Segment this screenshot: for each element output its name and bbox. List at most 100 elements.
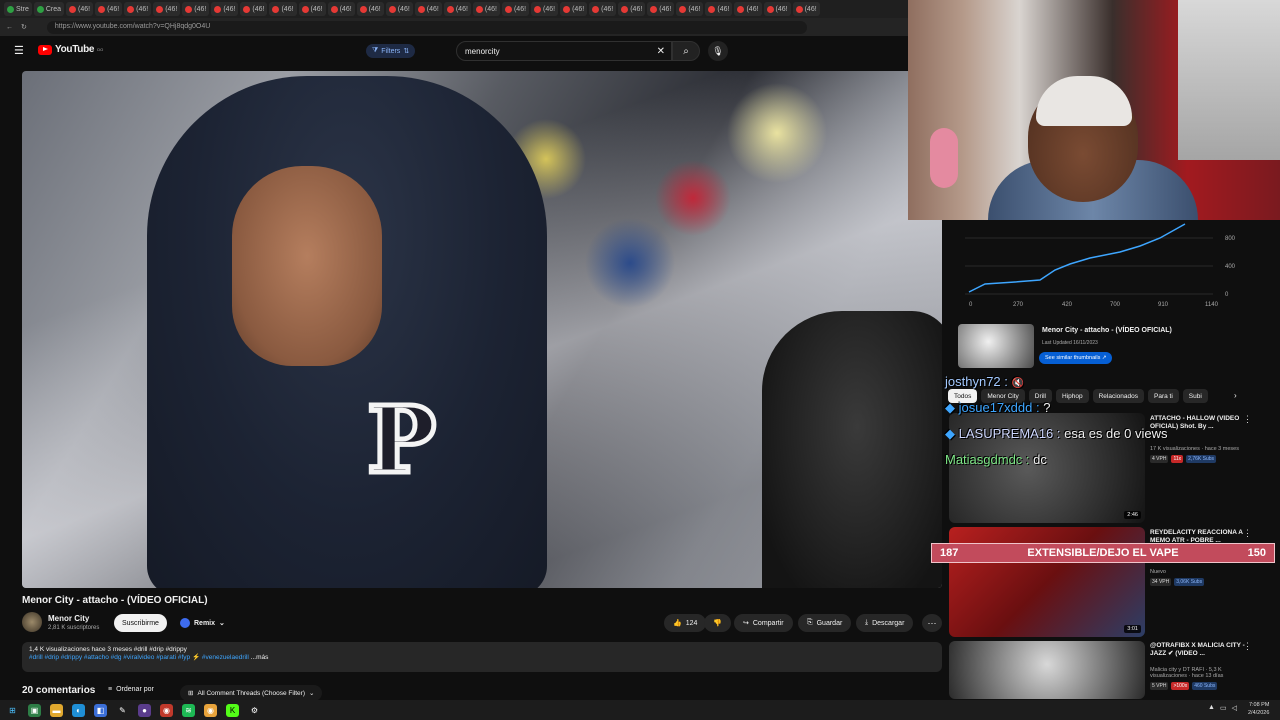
network-icon[interactable]: ▭ <box>1220 704 1227 712</box>
more-actions-button[interactable]: ⋯ <box>922 614 942 632</box>
channel-name[interactable]: Menor City <box>48 614 89 623</box>
browser-tab-label: (46! <box>455 5 468 13</box>
edge-browser-icon[interactable]: ◐ <box>72 703 85 717</box>
browser-tab[interactable]: (46! <box>618 2 646 16</box>
voice-search-button[interactable]: 🎙 <box>708 41 728 61</box>
kick-icon[interactable]: K <box>226 703 239 717</box>
browser-tab[interactable]: (46! <box>182 2 210 16</box>
browser-tab-label: (46! <box>397 5 410 13</box>
description-box[interactable]: 1,4 K visualizaciones hace 3 meses #dril… <box>22 642 942 672</box>
save-button[interactable]: ⎘ Guardar <box>798 614 852 632</box>
browser-tab[interactable]: (46! <box>792 2 820 16</box>
settings-icon[interactable]: ⚙ <box>248 704 261 717</box>
browser-tab[interactable]: (46! <box>705 2 733 16</box>
back-icon[interactable]: ← <box>6 24 13 31</box>
browser-tab[interactable]: (46! <box>647 2 675 16</box>
browser-tab[interactable]: (46! <box>356 2 384 16</box>
like-button[interactable]: 👍 124 <box>664 614 707 632</box>
kick-icon <box>36 5 44 13</box>
more-vert-icon[interactable]: ⋮ <box>1243 528 1252 539</box>
chat-message: josthyn72 : 🔇 <box>945 374 1024 389</box>
vph-badge: 5 VPH <box>1150 682 1169 690</box>
download-label: Descargar <box>872 619 905 627</box>
remix-button[interactable]: Remix ⌄ <box>172 614 233 632</box>
monitor-icon[interactable]: ▣ <box>28 703 41 717</box>
menu-icon[interactable]: ☰ <box>14 44 24 57</box>
volume-icon[interactable]: ◁ <box>1232 704 1237 712</box>
browser-tab[interactable]: (46! <box>676 2 704 16</box>
browser-tab[interactable]: (46! <box>385 2 413 16</box>
system-clock[interactable]: 7:08 PM 2/4/2026 <box>1248 701 1269 717</box>
chip-para-ti[interactable]: Para ti <box>1148 389 1179 403</box>
sort-comments-button[interactable]: ≡ Ordenar por <box>108 686 154 693</box>
share-button[interactable]: ↪ Compartir <box>734 614 793 632</box>
browser-tab[interactable]: Stre <box>4 2 32 16</box>
browser-tab[interactable]: (46! <box>66 2 94 16</box>
subs-badge: 460 Subs <box>1192 682 1218 690</box>
browser-tab[interactable]: (46! <box>298 2 326 16</box>
windows-start-icon[interactable]: ⊞ <box>6 704 19 717</box>
youtube-icon <box>679 5 687 13</box>
browser-tab[interactable]: (46! <box>240 2 268 16</box>
store-icon[interactable]: ◧ <box>94 703 107 717</box>
recommendation-badges: 34 VPH 3,06K Subs <box>1150 578 1205 586</box>
obs-icon[interactable]: ● <box>138 703 151 717</box>
browser-tab[interactable]: (46! <box>763 2 791 16</box>
video-player[interactable]: P <box>22 71 942 588</box>
see-similar-thumbnails-button[interactable]: See similar thumbnails ↗ <box>1039 352 1113 364</box>
download-button[interactable]: ⤓ Descargar <box>856 614 914 632</box>
reload-icon[interactable]: ↻ <box>21 23 27 31</box>
youtube-logo[interactable]: YouTube DO <box>38 44 103 55</box>
youtube-icon <box>795 5 803 13</box>
dislike-button[interactable]: 👎 <box>704 614 731 632</box>
browser-tab[interactable]: (46! <box>124 2 152 16</box>
browser-tab[interactable]: (46! <box>589 2 617 16</box>
recommendation-title[interactable]: @OTRAFIBX X MALICIA CITY - JAZZ ✔ (VIDEO… <box>1150 642 1250 658</box>
more-vert-icon[interactable]: ⋮ <box>1243 641 1252 652</box>
filters-button[interactable]: ⧩ Filters ⇅ <box>366 44 416 58</box>
mic-icon[interactable]: ▲ <box>1208 704 1215 712</box>
browser-tab[interactable]: (46! <box>734 2 762 16</box>
browser-tab[interactable]: (46! <box>327 2 355 16</box>
chrome-icon[interactable]: ◉ <box>204 703 217 717</box>
subscribe-button[interactable]: Suscribirme <box>114 614 167 632</box>
browser-tab[interactable]: (46! <box>269 2 297 16</box>
browser-tab-label: (46! <box>252 5 265 13</box>
search-input[interactable]: menorcity ✕ <box>456 41 672 61</box>
url-field[interactable]: https://www.youtube.com/watch?v=QHj8qdg0… <box>46 20 807 34</box>
more-vert-icon[interactable]: ⋮ <box>1243 414 1252 425</box>
browser-tab[interactable]: (46! <box>531 2 559 16</box>
related-card-title[interactable]: Menor City - attacho - (VÍDEO OFICIAL) <box>1042 327 1172 334</box>
browser-tab[interactable]: Crea <box>33 2 65 16</box>
search-button[interactable]: ⌕ <box>672 41 700 61</box>
browser-tab[interactable]: (46! <box>153 2 181 16</box>
browser-tab[interactable]: (46! <box>560 2 588 16</box>
browser-tab[interactable]: (46! <box>443 2 471 16</box>
description-more[interactable]: ...más <box>251 654 269 661</box>
browser-tab-label: (46! <box>281 5 294 13</box>
chip-relacionados[interactable]: Relacionados <box>1092 389 1144 403</box>
comment-thread-filter[interactable]: ⊞ All Comment Threads (Choose Filter) ⌄ <box>180 685 323 701</box>
browser-tab[interactable]: (46! <box>211 2 239 16</box>
spotify-icon[interactable]: ≋ <box>182 703 195 717</box>
share-label: Compartir <box>752 619 784 627</box>
browser-tab[interactable]: (46! <box>472 2 500 16</box>
recommendation-thumbnail[interactable] <box>949 641 1145 699</box>
outlier-badge: 11x <box>1171 455 1184 463</box>
folder-icon[interactable]: ▬ <box>50 703 63 717</box>
clear-icon[interactable]: ✕ <box>657 46 665 57</box>
chip-hiphop[interactable]: Hiphop <box>1056 389 1089 403</box>
search-icon: ⌕ <box>683 45 689 57</box>
browser-tab[interactable]: (46! <box>414 2 442 16</box>
youtube-icon <box>475 5 483 13</box>
browser-tab[interactable]: (46! <box>95 2 123 16</box>
description-tags[interactable]: #drill #drip #drippy #attacho #dg #viral… <box>29 654 249 661</box>
chevron-right-icon[interactable]: › <box>1234 391 1237 400</box>
channel-avatar[interactable] <box>22 612 42 632</box>
pen-icon[interactable]: ✎ <box>116 704 129 717</box>
chip-subidos[interactable]: Subi <box>1182 389 1208 403</box>
related-card-thumbnail[interactable] <box>958 324 1034 368</box>
y-tick: 800 <box>1225 236 1236 242</box>
chrome-icon[interactable]: ◉ <box>160 703 173 717</box>
browser-tab[interactable]: (46! <box>501 2 530 16</box>
